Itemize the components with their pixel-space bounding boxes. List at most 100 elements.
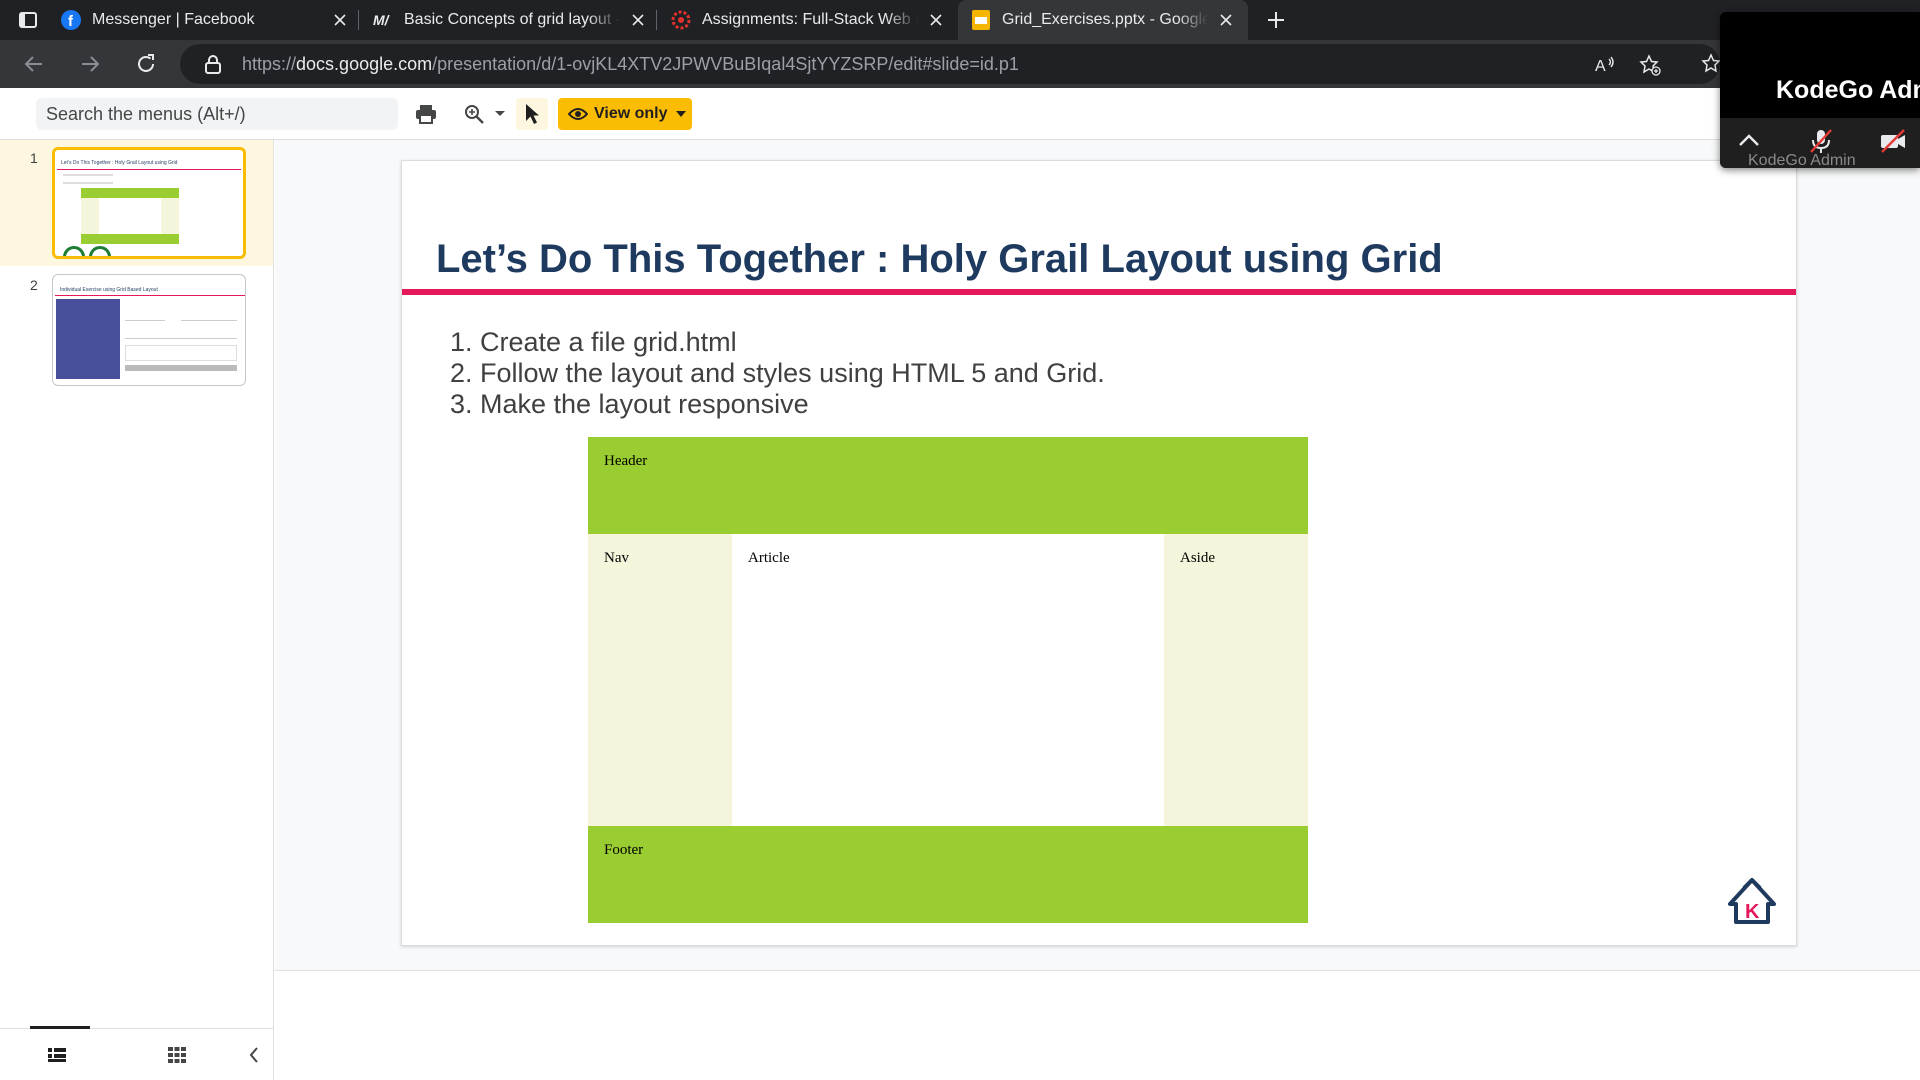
back-icon[interactable] xyxy=(22,52,46,76)
list-item-text: Create a file grid.html xyxy=(480,327,737,357)
grid-article-cell: Article xyxy=(732,534,1164,826)
browser-tab-mdn[interactable]: M/ Basic Concepts of grid layout - CSS: … xyxy=(372,0,648,40)
chevron-down-icon xyxy=(675,111,686,117)
grid-view-icon[interactable] xyxy=(168,1047,186,1063)
url-domain: docs.google.com xyxy=(296,54,433,74)
zoom-dropdown-icon[interactable] xyxy=(494,110,506,118)
url-text: https://docs.google.com/presentation/d/1… xyxy=(242,54,1019,75)
list-item-text: Follow the layout and styles using HTML … xyxy=(480,358,1105,388)
meeting-participant-label: KodeGo Admin xyxy=(1748,152,1856,168)
read-aloud-icon[interactable]: A xyxy=(1594,54,1616,76)
tab-actions-icon[interactable] xyxy=(18,10,38,30)
thumbnail-textarea xyxy=(125,345,237,361)
thumbnail-button xyxy=(125,365,237,371)
holy-grail-grid-diagram: Header Nav Article Aside Footer xyxy=(588,437,1308,923)
list-item-number: 2. xyxy=(450,358,473,388)
list-item-text: Make the layout responsive xyxy=(480,389,809,419)
filmstrip-footer xyxy=(0,1026,273,1080)
thumbnail-grid-aside xyxy=(161,198,179,234)
thumbnail-grid-header xyxy=(81,188,179,198)
thumbnail-form-line xyxy=(125,327,181,339)
list-item: 3. Make the layout responsive xyxy=(450,389,1105,420)
print-icon[interactable] xyxy=(414,102,438,126)
grid-aside-cell: Aside xyxy=(1164,534,1308,826)
browser-tab-bar: f Messenger | Facebook M/ Basic Concepts… xyxy=(0,0,1920,40)
tab-separator xyxy=(656,10,657,30)
slide-thumbnail-2[interactable]: Individual Exercise using Grid Based Lay… xyxy=(52,274,246,386)
list-item: 2. Follow the layout and styles using HTM… xyxy=(450,358,1105,389)
thumbnail-circle-icon xyxy=(63,246,85,256)
kodego-logo-icon: K xyxy=(1728,878,1776,924)
menu-search-input[interactable]: Search the menus (Alt+/) xyxy=(36,98,398,130)
grid-header-cell: Header xyxy=(588,437,1308,534)
thumbnail-title: Let’s Do This Together : Holy Grail Layo… xyxy=(61,160,178,166)
add-favorite-icon[interactable] xyxy=(1638,53,1662,77)
thumbnail-sidebar-block xyxy=(56,299,120,379)
active-view-indicator xyxy=(30,1026,90,1029)
slide-number: 2 xyxy=(30,277,38,293)
cursor-arrow-icon xyxy=(526,104,539,124)
thumbnail-text-lines xyxy=(63,174,113,184)
browser-tab-messenger[interactable]: f Messenger | Facebook xyxy=(60,0,350,40)
svg-text:M/: M/ xyxy=(373,12,391,28)
url-prefix: https:// xyxy=(242,54,297,74)
view-only-label: View only xyxy=(594,105,668,122)
canvas-lms-icon xyxy=(670,9,692,31)
list-item: 1. Create a file grid.html xyxy=(450,327,1105,358)
thumbnail-form-line xyxy=(181,327,237,339)
thumbnail-grid-footer xyxy=(81,234,179,244)
thumbnail-title: Individual Exercise using Grid Based Lay… xyxy=(60,287,158,293)
tab-title: Grid_Exercises.pptx - Google Slides xyxy=(1002,11,1208,28)
lock-icon[interactable] xyxy=(204,54,222,74)
list-view-icon[interactable] xyxy=(48,1047,66,1063)
url-path: /presentation/d/1-ovjKL4XTV2JPWVBuBIqal4… xyxy=(432,54,1019,74)
slide: Let’s Do This Together : Holy Grail Layo… xyxy=(401,160,1797,946)
zoom-icon[interactable] xyxy=(462,102,486,126)
facebook-icon: f xyxy=(60,9,82,31)
camera-off-icon[interactable] xyxy=(1878,126,1908,156)
tab-title: Basic Concepts of grid layout - CSS: Cas… xyxy=(404,11,620,28)
thumbnail-circle-icon xyxy=(89,246,111,256)
slides-toolbar: Search the menus (Alt+/) View only xyxy=(0,88,1920,140)
close-tab-icon[interactable] xyxy=(1216,10,1236,30)
forward-icon[interactable] xyxy=(78,52,102,76)
slide-filmstrip: 1 Let’s Do This Together : Holy Grail La… xyxy=(0,140,274,1080)
svg-text:A: A xyxy=(1595,58,1606,75)
list-item-number: 3. xyxy=(450,389,473,419)
thumbnail-rule xyxy=(55,295,245,296)
speaker-notes-area xyxy=(275,970,1920,1080)
slide-number: 1 xyxy=(30,150,38,166)
eye-icon xyxy=(568,108,588,120)
view-only-button[interactable]: View only xyxy=(558,98,692,130)
browser-tab-google-slides[interactable]: Grid_Exercises.pptx - Google Slides xyxy=(958,0,1248,40)
thumbnail-form-line xyxy=(181,307,237,321)
reload-icon[interactable] xyxy=(134,52,158,76)
slide-title: Let’s Do This Together : Holy Grail Layo… xyxy=(436,237,1443,281)
select-tool-button[interactable] xyxy=(516,98,548,130)
thumbnail-grid-nav xyxy=(81,198,99,234)
steps-list: 1. Create a file grid.html 2. Follow the l… xyxy=(450,327,1105,420)
mdn-icon: M/ xyxy=(372,9,394,31)
svg-text:K: K xyxy=(1745,901,1760,923)
new-tab-icon[interactable] xyxy=(1264,8,1288,32)
tab-title: Assignments: Full-Stack Web Development xyxy=(702,11,918,28)
meeting-controls-bar: KodeGo Admin xyxy=(1720,118,1920,168)
close-tab-icon[interactable] xyxy=(330,10,350,30)
slide-thumbnail-1[interactable]: Let’s Do This Together : Holy Grail Layo… xyxy=(52,147,246,259)
browser-address-bar: https://docs.google.com/presentation/d/1… xyxy=(0,40,1920,88)
close-tab-icon[interactable] xyxy=(926,10,946,30)
collapse-filmstrip-icon[interactable] xyxy=(248,1045,260,1065)
grid-nav-cell: Nav xyxy=(588,534,732,826)
list-item-number: 1. xyxy=(450,327,473,357)
url-field[interactable]: https://docs.google.com/presentation/d/1… xyxy=(180,44,1720,84)
browser-tab-assignments[interactable]: Assignments: Full-Stack Web Development xyxy=(670,0,946,40)
tab-separator xyxy=(358,10,359,30)
grid-footer-cell: Footer xyxy=(588,826,1308,923)
google-slides-icon xyxy=(970,9,992,31)
slide-canvas: Let’s Do This Together : Holy Grail Layo… xyxy=(275,140,1920,981)
thumbnail-form-line xyxy=(125,307,165,321)
meeting-participant-name: KodeGo Adm xyxy=(1776,76,1920,104)
meeting-overlay: KodeGo Adm KodeGo Admin xyxy=(1720,12,1920,168)
close-tab-icon[interactable] xyxy=(628,10,648,30)
thumbnail-rule xyxy=(57,169,241,170)
